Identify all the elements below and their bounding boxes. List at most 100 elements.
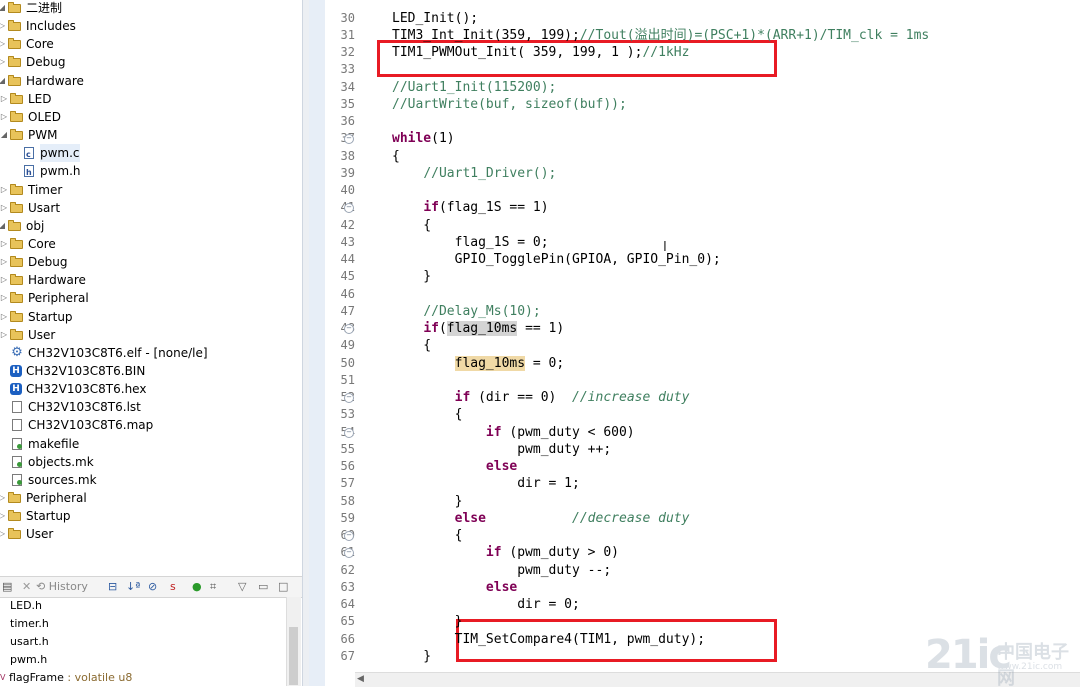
fold-toggle-icon[interactable]: − xyxy=(344,393,354,403)
tree-item[interactable]: ▷ Includes xyxy=(0,17,76,35)
expand-icon[interactable]: ▷ xyxy=(0,253,8,271)
close-icon[interactable]: ✕ xyxy=(22,579,31,595)
tree-item[interactable]: ▷ Startup xyxy=(0,507,71,525)
hide-fields-icon[interactable]: ⊘ xyxy=(148,579,157,595)
scrollbar-thumb[interactable] xyxy=(289,627,298,685)
code-line[interactable]: if (dir == 0) //increase duty xyxy=(392,389,690,406)
tree-item[interactable]: pwm.h xyxy=(12,162,81,182)
code-line[interactable]: pwm_duty --; xyxy=(392,562,611,579)
expand-icon[interactable]: ▷ xyxy=(0,90,8,108)
outline-item[interactable]: pwm.h xyxy=(10,651,47,669)
code-line[interactable]: { xyxy=(392,337,431,354)
code-line[interactable]: if(flag_1S == 1) xyxy=(392,199,548,216)
code-line[interactable]: if (pwm_duty > 0) xyxy=(392,544,619,561)
tree-item[interactable]: ▷ Debug xyxy=(0,53,65,71)
tree-item[interactable]: CH32V103C8T6.hex xyxy=(0,380,146,398)
code-line[interactable]: } xyxy=(392,648,431,665)
outline-item[interactable]: timer.h xyxy=(10,615,49,633)
outline-item[interactable]: usart.h xyxy=(10,633,49,651)
code-line[interactable]: LED_Init(); xyxy=(392,10,478,27)
code-editor[interactable]: LED_Init(); TIM3_Int_Init(359, 199);//Tou… xyxy=(355,0,1080,672)
code-line[interactable]: pwm_duty ++; xyxy=(392,441,611,458)
tree-item[interactable]: ▷ Peripheral xyxy=(0,489,87,507)
expand-icon[interactable]: ▷ xyxy=(0,181,8,199)
code-line[interactable]: //Uart1_Init(115200); xyxy=(392,79,556,96)
code-line[interactable]: TIM1_PWMOut_Init( 359, 199, 1 );//1kHz xyxy=(392,44,689,61)
code-line[interactable]: } xyxy=(392,493,463,510)
tree-item[interactable]: CH32V103C8T6.BIN xyxy=(0,362,145,380)
code-line[interactable]: else xyxy=(392,458,517,475)
minimize-icon[interactable]: ▭ xyxy=(258,579,268,595)
code-line[interactable]: else xyxy=(392,579,517,596)
tree-item[interactable]: pwm.c xyxy=(12,144,80,164)
fold-toggle-icon[interactable]: − xyxy=(344,531,354,541)
sort-icon[interactable]: ↓ª xyxy=(126,579,140,595)
tree-item[interactable]: ▷ OLED xyxy=(0,108,61,126)
expand-icon[interactable]: ▷ xyxy=(0,507,6,525)
code-line[interactable]: { xyxy=(392,406,463,423)
hide-static-icon[interactable]: ѕ xyxy=(170,579,176,595)
code-line[interactable]: if (pwm_duty < 600) xyxy=(392,424,635,441)
tree-item[interactable]: ▷ Peripheral xyxy=(0,289,89,307)
expand-icon[interactable]: ▷ xyxy=(0,326,8,344)
code-line[interactable]: dir = 0; xyxy=(392,596,580,613)
collapse-icon[interactable]: ◢ xyxy=(0,0,6,17)
tree-item[interactable]: ◢ Hardware xyxy=(0,72,84,90)
tree-item[interactable]: ◢ obj xyxy=(0,217,44,235)
code-line[interactable]: GPIO_TogglePin(GPIOA, GPIO_Pin_0); xyxy=(392,251,721,268)
tree-item[interactable]: ▷ Timer xyxy=(0,181,62,199)
view-menu-icon[interactable]: ▽ xyxy=(238,579,246,595)
tree-item[interactable]: ◢ 二进制 xyxy=(0,0,62,17)
code-line[interactable]: dir = 1; xyxy=(392,475,580,492)
expand-icon[interactable]: ▷ xyxy=(0,35,6,53)
expand-icon[interactable]: ▷ xyxy=(0,17,6,35)
expand-icon[interactable]: ▷ xyxy=(0,199,8,217)
outline-item[interactable]: V flagFrame : volatile u8 xyxy=(0,669,132,686)
code-line[interactable]: TIM_SetCompare4(TIM1, pwm_duty); xyxy=(392,631,705,648)
history-tab[interactable]: ⟲ History xyxy=(36,579,88,595)
code-line[interactable]: { xyxy=(392,148,400,165)
tree-item[interactable]: ⚙ CH32V103C8T6.elf - [none/le] xyxy=(0,344,207,362)
tree-item[interactable]: ▷ Core xyxy=(0,235,56,253)
code-line[interactable]: } xyxy=(392,268,431,285)
code-line[interactable]: else //decrease duty xyxy=(392,510,690,527)
outline-scrollbar[interactable] xyxy=(286,597,301,686)
scroll-left-icon[interactable]: ◀ xyxy=(357,673,364,686)
expand-icon[interactable]: ▷ xyxy=(0,271,8,289)
tree-item[interactable]: ▷ Usart xyxy=(0,199,60,217)
expand-icon[interactable]: ▷ xyxy=(0,289,8,307)
tree-item[interactable]: ▷ LED xyxy=(0,90,52,108)
expand-icon[interactable]: ▷ xyxy=(0,525,6,543)
expand-icon[interactable]: ▷ xyxy=(0,489,6,507)
tree-item[interactable]: ▷ Startup xyxy=(0,308,73,326)
collapse-icon[interactable]: ◢ xyxy=(0,217,6,235)
expand-icon[interactable]: ▷ xyxy=(0,308,8,326)
code-line[interactable]: { xyxy=(392,527,463,544)
tree-item[interactable]: ◢ PWM xyxy=(0,126,58,144)
code-line[interactable]: while(1) xyxy=(392,130,455,147)
expand-icon[interactable]: ▷ xyxy=(0,108,8,126)
tree-item[interactable]: ▷ Hardware xyxy=(0,271,86,289)
code-line[interactable]: if(flag_10ms == 1) xyxy=(392,320,564,337)
outline-tab-icon[interactable]: ▤ xyxy=(2,579,12,595)
tree-item[interactable]: ▷ User xyxy=(0,525,53,543)
collapse-all-icon[interactable]: ⊟ xyxy=(108,579,117,595)
expand-icon[interactable]: ▷ xyxy=(0,235,8,253)
fold-toggle-icon[interactable]: − xyxy=(344,427,354,438)
tree-item[interactable]: ▷ Core xyxy=(0,35,54,53)
code-line[interactable]: TIM3_Int_Init(359, 199);//Tout(溢出时间)=(PS… xyxy=(392,27,929,44)
tree-item[interactable]: makefile xyxy=(0,435,79,453)
code-line[interactable]: //Uart1_Driver(); xyxy=(392,165,556,182)
outline-item[interactable]: LED.h xyxy=(10,597,42,615)
code-line[interactable]: //UartWrite(buf, sizeof(buf)); xyxy=(392,96,627,113)
tree-item[interactable]: ▷ User xyxy=(0,326,55,344)
code-line[interactable]: { xyxy=(392,217,431,234)
tree-item[interactable]: CH32V103C8T6.lst xyxy=(0,398,141,416)
collapse-icon[interactable]: ◢ xyxy=(0,126,8,144)
collapse-icon[interactable]: ◢ xyxy=(0,72,6,90)
code-line[interactable]: flag_1S = 0; xyxy=(392,234,549,251)
code-line[interactable]: } xyxy=(392,613,463,630)
tree-item[interactable]: CH32V103C8T6.map xyxy=(0,416,153,434)
tree-item[interactable]: ▷ Debug xyxy=(0,253,68,271)
link-with-editor-icon[interactable]: ⌗ xyxy=(210,579,216,595)
